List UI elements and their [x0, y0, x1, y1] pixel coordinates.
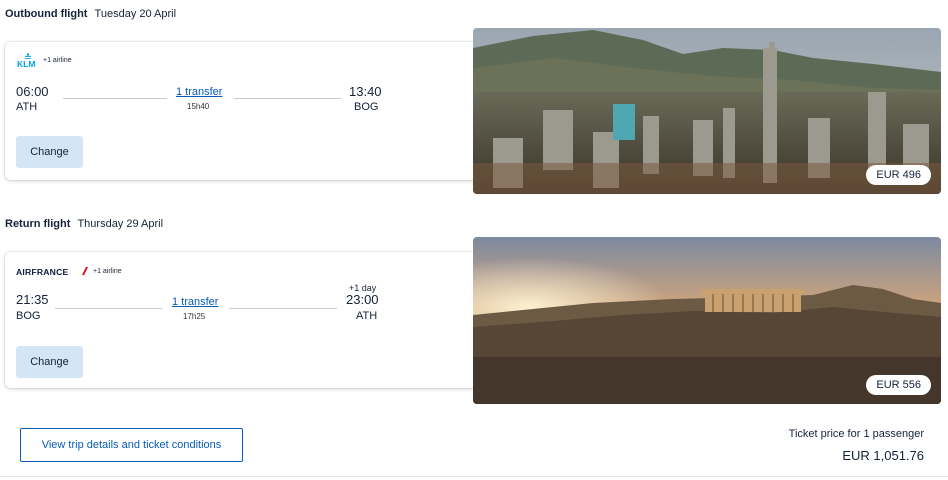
outbound-arrive-code: BOG	[354, 101, 379, 113]
outbound-duration: 15h40	[187, 102, 210, 111]
ticket-price-label: Ticket price for 1 passenger	[788, 428, 924, 440]
return-arrive-time: 23:00	[346, 292, 379, 307]
airfrance-logo-icon: AIRFRANCE	[16, 267, 88, 277]
return-transfer-link[interactable]: 1 transfer	[172, 296, 218, 308]
return-flight-card: AIRFRANCE +1 airline 21:35 BOG 1 transfe…	[5, 252, 477, 388]
return-airline: AIRFRANCE +1 airline	[16, 265, 122, 277]
outbound-transfer-link[interactable]: 1 transfer	[176, 86, 222, 98]
return-change-button[interactable]: Change	[16, 346, 83, 378]
outbound-route-line-left	[63, 98, 167, 99]
return-duration: 17h25	[183, 312, 206, 321]
total-price: EUR 1,051.76	[842, 448, 924, 463]
outbound-change-button[interactable]: Change	[16, 136, 83, 168]
outbound-header: Outbound flight Tuesday 20 April	[5, 8, 176, 20]
svg-text:AIRFRANCE: AIRFRANCE	[16, 267, 68, 277]
outbound-route-line-right	[234, 98, 341, 99]
outbound-price-badge: EUR 496	[866, 165, 931, 185]
outbound-depart-time: 06:00	[16, 84, 49, 99]
outbound-depart-code: ATH	[16, 101, 38, 113]
outbound-title: Outbound flight	[5, 8, 88, 20]
outbound-date: Tuesday 20 April	[94, 8, 177, 20]
outbound-airline-extra: +1 airline	[43, 56, 72, 64]
return-depart-time: 21:35	[16, 292, 49, 307]
outbound-destination-photo: EUR 496	[473, 28, 941, 194]
outbound-flight-card: KLM +1 airline 06:00 ATH 1 transfer 15h4…	[5, 42, 477, 180]
return-arrive-code: ATH	[356, 310, 378, 322]
return-price-badge: EUR 556	[866, 375, 931, 395]
return-header: Return flight Thursday 29 April	[5, 218, 163, 230]
view-trip-details-button[interactable]: View trip details and ticket conditions	[20, 428, 243, 462]
klm-logo-icon: KLM	[17, 53, 35, 68]
return-depart-code: BOG	[16, 310, 41, 322]
outbound-airline: KLM +1 airline	[16, 52, 72, 68]
outbound-arrive-time: 13:40	[349, 84, 382, 99]
return-route-line-right	[229, 308, 337, 309]
return-destination-photo: EUR 556	[473, 237, 941, 404]
return-airline-extra: +1 airline	[93, 267, 122, 275]
bottom-divider	[0, 476, 948, 477]
return-date: Thursday 29 April	[77, 218, 164, 230]
return-title: Return flight	[5, 218, 71, 230]
return-route-line-left	[55, 308, 162, 309]
svg-text:KLM: KLM	[17, 59, 35, 68]
